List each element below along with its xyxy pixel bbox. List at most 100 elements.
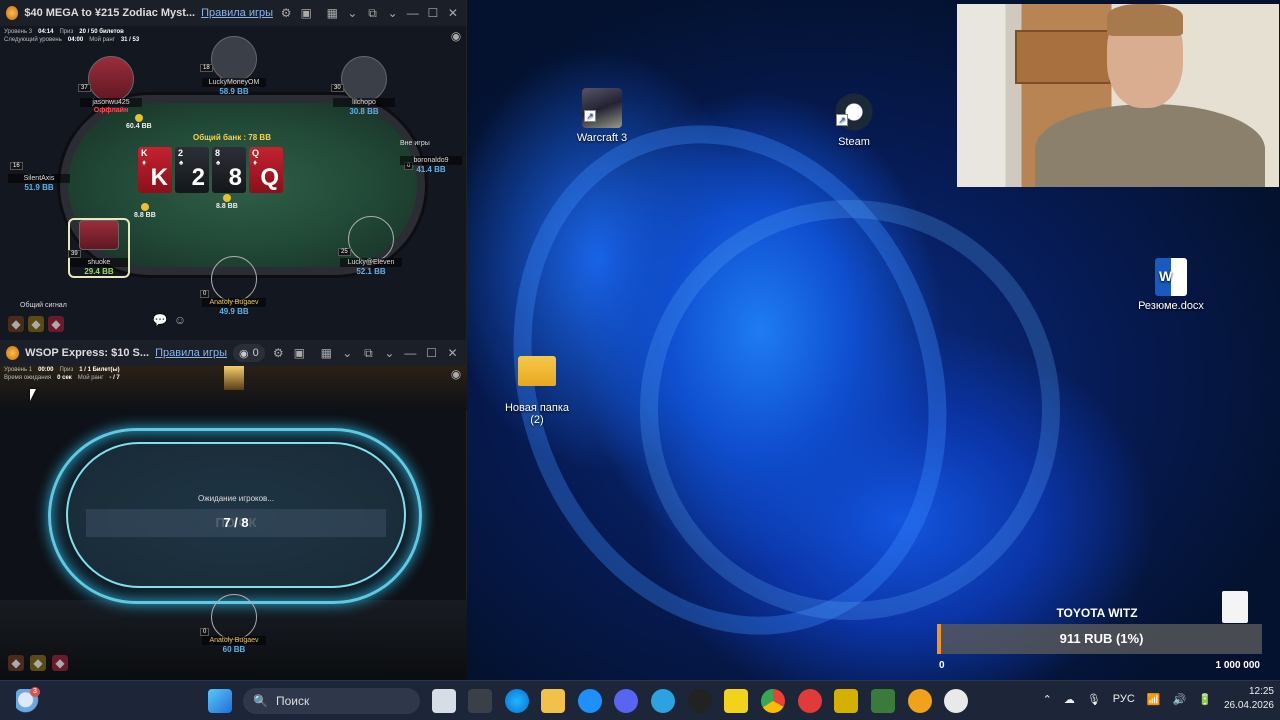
yandex-icon[interactable] — [798, 689, 822, 713]
battery-icon[interactable]: 🔋 — [1198, 693, 1212, 706]
chrome-icon[interactable] — [761, 689, 785, 713]
rank-value: - / 7 — [109, 375, 120, 381]
minimize-icon[interactable]: — — [403, 345, 418, 361]
tile-windows-icon[interactable]: ▦ — [325, 5, 339, 21]
tile-windows-icon[interactable]: ▦ — [319, 345, 334, 361]
rules-link[interactable]: Правила игры — [201, 7, 273, 19]
app-icon[interactable] — [688, 689, 712, 713]
promo-icon[interactable]: ◆ — [28, 316, 44, 332]
search-box[interactable]: 🔍 Поиск — [243, 688, 420, 714]
promo-badges[interactable]: ◆ ◆ ◆ — [8, 316, 64, 332]
chevron-down-icon[interactable]: ⌄ — [386, 5, 400, 21]
player-stack: 49.9 BB — [219, 307, 249, 316]
clock-date: 26.04.2026 — [1223, 700, 1274, 711]
player-seat[interactable]: 30 lilchopo 30.8 BB — [331, 56, 395, 116]
close-icon[interactable]: ✕ — [446, 5, 460, 21]
emoji-icon[interactable]: ☺ — [172, 312, 188, 328]
file-explorer-icon[interactable] — [541, 689, 565, 713]
player-seat[interactable]: 16 SilentAxis 51.9 BB — [8, 162, 70, 192]
player-stack: 60 BB — [222, 645, 246, 654]
desktop-icon-steam[interactable]: ↗ Steam — [826, 92, 882, 148]
player-name: Lucky@Eleven — [340, 258, 402, 267]
desktop-icon-label: Новая папка (2) — [504, 402, 570, 426]
stack-tables-icon[interactable]: ⧉ — [361, 345, 376, 361]
chevron-up-icon[interactable]: ⌃ — [1043, 693, 1052, 706]
keyboard-app-icon[interactable] — [468, 689, 492, 713]
board-card: 8 ♠ 8 — [212, 147, 246, 193]
promo-icon[interactable]: ◆ — [30, 655, 46, 671]
promo-icon[interactable]: ◆ — [48, 316, 64, 332]
player-name: shuoke — [70, 258, 128, 267]
mouse-cursor — [30, 389, 36, 401]
settings-gear-icon[interactable]: ⚙ — [279, 5, 293, 21]
player-bet: 8.8 BB — [134, 203, 156, 219]
wait-time: 0 сек — [57, 375, 72, 381]
player-level: 30 — [331, 84, 344, 92]
camera-icon[interactable]: ◉ — [448, 28, 464, 44]
telegram-icon[interactable] — [651, 689, 675, 713]
language-indicator[interactable]: РУС — [1113, 693, 1135, 705]
chevron-down-icon[interactable]: ⌄ — [345, 5, 359, 21]
volume-icon[interactable]: 🔊 — [1173, 693, 1187, 706]
poker-app-icon[interactable] — [908, 689, 932, 713]
promo-badges[interactable]: ◆ ◆ ◆ — [8, 655, 68, 671]
avatar — [211, 36, 257, 82]
chevron-down-icon[interactable]: ⌄ — [340, 345, 355, 361]
player-seat[interactable]: 18 LuckyMoneyOM 58.9 BB — [200, 36, 266, 96]
lobby-icon[interactable]: ▣ — [299, 5, 313, 21]
app-icon[interactable] — [834, 689, 858, 713]
maximize-icon[interactable]: ☐ — [424, 345, 439, 361]
chevron-down-icon[interactable]: ⌄ — [382, 345, 397, 361]
system-tray: ⌃ ☁ 🎙 РУС 📶 🔊 🔋 12:25 26.04.2026 — [1043, 685, 1274, 713]
discord-icon[interactable] — [614, 689, 638, 713]
chat-icon[interactable]: 💬 — [152, 312, 168, 328]
promo-icon[interactable]: ◆ — [52, 655, 68, 671]
hero-seat[interactable]: 0 Anatoly Bugaev 60 BB — [200, 594, 266, 654]
promo-icon[interactable]: ◆ — [8, 316, 24, 332]
hero-seat[interactable]: 0 Anatoly Bugaev 49.9 BB — [200, 256, 266, 316]
player-seat[interactable]: Вне игры 0 boronaldo9 41.4 BB — [400, 140, 462, 174]
rules-link[interactable]: Правила игры — [155, 347, 227, 359]
cloud-icon[interactable]: ☁ — [1064, 693, 1075, 706]
edge-icon[interactable] — [505, 689, 529, 713]
window-title: WSOP Express: $10 S... — [25, 347, 150, 359]
desktop-icon-warcraft[interactable]: ↗ Warcraft 3 — [572, 88, 632, 144]
avatar — [341, 56, 387, 102]
obs-icon[interactable] — [944, 689, 968, 713]
app-icon[interactable] — [724, 689, 748, 713]
lobby-icon[interactable]: ▣ — [292, 345, 307, 361]
total-pot: Общий банк : 78 BB — [193, 133, 271, 142]
start-icon[interactable] — [208, 689, 232, 713]
player-name: Anatoly Bugaev — [202, 298, 266, 307]
microphone-icon[interactable]: 🎙 — [1087, 693, 1101, 706]
stack-tables-icon[interactable]: ⧉ — [365, 5, 379, 21]
players-count-bar: ПО ОК 7 / 8 — [86, 509, 386, 537]
player-seat[interactable]: 37 jasonwu425 Оффлайн — [78, 56, 142, 114]
board-card: 2 ♠ 2 — [175, 147, 209, 193]
player-seat[interactable]: 25 Lucky@Eleven 52.1 BB — [338, 216, 402, 276]
watchers-badge[interactable]: ◉ 0 — [232, 344, 265, 362]
player-level: 0 — [200, 290, 210, 298]
watchers-count: 0 — [252, 347, 259, 359]
poker-app-icon — [6, 346, 20, 360]
maximize-icon[interactable]: ☐ — [426, 5, 440, 21]
camera-icon[interactable]: ◉ — [448, 366, 464, 382]
waiting-message: Ожидание игроков... — [198, 494, 274, 503]
close-icon[interactable]: ✕ — [445, 345, 460, 361]
player-status: Оффлайн — [93, 107, 129, 114]
clock[interactable]: 12:25 26.04.2026 — [1224, 685, 1274, 713]
wifi-icon[interactable]: 📶 — [1147, 693, 1161, 706]
window-titlebar[interactable]: $40 MEGA to ¥215 Zodiac Myst... Правила … — [0, 0, 466, 26]
desktop-icon-resume-docx[interactable]: W Резюме.docx — [1136, 258, 1206, 312]
browser-icon[interactable] — [578, 689, 602, 713]
task-view-icon[interactable] — [432, 689, 456, 713]
promo-icon[interactable]: ◆ — [8, 655, 24, 671]
minimize-icon[interactable]: — — [406, 5, 420, 21]
player-seat-active[interactable]: 39 shuoke 29.4 BB — [68, 218, 130, 278]
window-titlebar[interactable]: WSOP Express: $10 S... Правила игры ◉ 0 ⚙… — [0, 340, 466, 366]
goal-progress: 911 RUB (1%) — [1059, 631, 1144, 646]
settings-gear-icon[interactable]: ⚙ — [271, 345, 286, 361]
next-level-label: Следующий уровень — [4, 37, 62, 43]
app-icon[interactable] — [871, 689, 895, 713]
desktop-icon-new-folder[interactable]: Новая папка (2) — [504, 338, 570, 438]
